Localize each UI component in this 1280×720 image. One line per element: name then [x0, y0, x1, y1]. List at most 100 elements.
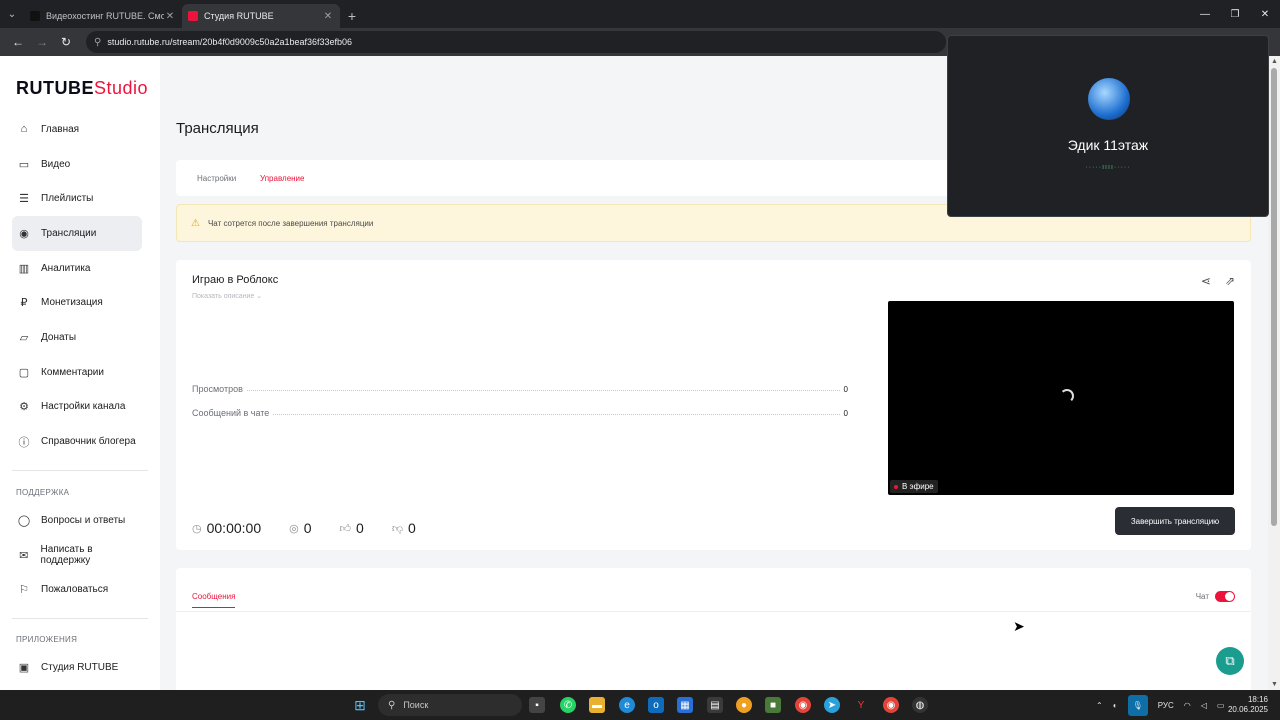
rutube-studio-logo[interactable]: RUTUBEStudio — [16, 78, 148, 99]
dislikes-value: 0 — [407, 520, 416, 536]
browser-tab-bar: ⌄ Видеохостинг RUTUBE. Смотр ✕ Студия RU… — [0, 0, 1280, 28]
app-icon[interactable]: ▤ — [707, 697, 723, 713]
sidebar-item-analytics[interactable]: ▥ Аналитика — [12, 251, 142, 286]
sidebar-item-home[interactable]: ⌂ Главная — [12, 112, 142, 147]
viewers-value: 0 — [303, 520, 312, 536]
chrome-active-icon[interactable]: ◉ — [883, 697, 899, 713]
sidebar-item-label: Аналитика — [41, 262, 91, 274]
tab-settings[interactable]: Настройки — [197, 174, 236, 183]
tab-title: Студия RUTUBE — [204, 11, 274, 21]
close-window-icon[interactable]: ✕ — [1250, 0, 1280, 28]
studio-favicon-icon — [188, 11, 198, 21]
sidebar-item-flag[interactable]: ⚐ Пожаловаться — [12, 572, 142, 607]
close-tab-icon[interactable]: ✕ — [164, 11, 176, 22]
mouse-cursor-icon: ➤ — [1013, 618, 1025, 634]
logo-brand: RUTUBE — [16, 78, 94, 98]
warning-text: Чат сотрется после завершения трансляции — [207, 218, 374, 228]
taskbar: ⊞ ⚲ Поиск ▪ ✆ ▬ e o ▦ ▤ ● ■ ◉ ➤ Y ◉ ◍ ⌃ … — [0, 690, 1280, 720]
sidebar-item-broadcast[interactable]: ◉ Трансляции — [12, 216, 142, 251]
call-overlay[interactable]: Эдик 11этаж ·····ıııı····· — [947, 35, 1269, 217]
outlook-icon[interactable]: o — [648, 697, 664, 713]
support-chat-icon[interactable]: ⧉ — [1216, 647, 1244, 675]
gear-icon: ⚙ — [19, 401, 29, 414]
sidebar-item-ruble[interactable]: ₽ Монетизация — [12, 285, 142, 320]
donate-icon: ▱ — [19, 331, 29, 344]
chat-toggle-switch[interactable] — [1215, 591, 1235, 602]
scroll-down-icon[interactable]: ▼ — [1271, 681, 1278, 688]
windows-start-icon[interactable]: ⊞ — [352, 697, 368, 713]
sidebar-menu: ⌂ Главная ▭ Видео ☰ Плейлисты ◉ Трансляции ▥ Анал… — [12, 112, 142, 459]
edge-icon[interactable]: e — [619, 697, 635, 713]
page-scrollbar[interactable]: ▲ ▼ — [1268, 56, 1280, 690]
sidebar-item-donate[interactable]: ▱ Донаты — [12, 320, 142, 355]
logo-product: Studio — [94, 78, 149, 98]
duration-value: 00:00:00 — [206, 520, 262, 536]
stat-label: Сообщений в чате — [192, 408, 270, 418]
share-icon[interactable]: ⋖ — [1201, 274, 1211, 288]
browser-tab-rutube[interactable]: Видеохостинг RUTUBE. Смотр ✕ — [24, 4, 182, 28]
tab-management[interactable]: Управление — [260, 174, 304, 183]
scroll-thumb[interactable] — [1271, 68, 1277, 526]
photos-icon[interactable]: ▦ — [677, 697, 693, 713]
window-controls: — ❐ ✕ — [1190, 0, 1280, 28]
apps-section-title: ПРИЛОЖЕНИЯ — [16, 635, 78, 644]
tab-messages[interactable]: Сообщения — [192, 592, 236, 608]
wifi-icon[interactable]: ◠ — [1184, 701, 1191, 710]
search-icon: ⚲ — [388, 699, 396, 711]
tab-search-icon[interactable]: ⌄ — [0, 0, 24, 28]
back-icon[interactable]: ← — [6, 30, 30, 54]
app-icon[interactable]: ◍ — [912, 697, 928, 713]
browser-tab-studio[interactable]: Студия RUTUBE ✕ — [182, 4, 340, 28]
flag-icon: ⚐ — [19, 584, 29, 597]
tray-app-icon[interactable]: ◐ — [1113, 701, 1118, 710]
search-placeholder: Поиск — [403, 700, 429, 710]
forward-icon[interactable]: → — [30, 30, 54, 54]
support-menu: ◯ Вопросы и ответы ✉ Написать в поддержку ⚐ П… — [12, 503, 142, 607]
live-label: В эфире — [902, 482, 934, 491]
video-player[interactable]: В эфире — [888, 301, 1234, 495]
telegram-icon[interactable]: ➤ — [824, 697, 840, 713]
show-description-link[interactable]: Показать описание ⌄ — [192, 292, 262, 300]
end-stream-button[interactable]: Завершить трансляцию — [1115, 507, 1235, 535]
yandex-browser-icon[interactable]: Y — [853, 697, 869, 713]
app-icon[interactable]: ● — [736, 697, 752, 713]
minecraft-icon[interactable]: ■ — [765, 697, 781, 713]
stat-row-views: Просмотров 0 — [192, 384, 848, 394]
reload-icon[interactable]: ↻ — [54, 30, 78, 54]
task-view-icon[interactable]: ▪ — [529, 697, 545, 713]
taskbar-search[interactable]: ⚲ Поиск — [378, 694, 522, 716]
tray-chevron-icon[interactable]: ⌃ — [1096, 701, 1103, 710]
sidebar-item-info[interactable]: ⓘ Справочник блогера — [12, 424, 142, 459]
battery-icon[interactable]: ▭ — [1217, 701, 1225, 710]
volume-icon[interactable]: ◁ — [1201, 701, 1207, 710]
sidebar-item-faq[interactable]: ◯ Вопросы и ответы — [12, 503, 142, 538]
messages-divider — [176, 611, 1251, 612]
chrome-icon[interactable]: ◉ — [795, 697, 811, 713]
site-info-icon[interactable]: ⚲ — [94, 37, 101, 48]
url-bar[interactable]: ⚲ studio.rutube.ru/stream/20b4f0d9009c50… — [86, 31, 946, 53]
dislikes-metric: 👎︎ 0 — [392, 520, 416, 536]
video-icon: ▭ — [18, 158, 30, 171]
language-indicator[interactable]: РУС — [1158, 701, 1174, 710]
microphone-icon[interactable]: 🎙︎ — [1127, 694, 1148, 716]
duration-metric: ◷ 00:00:00 — [192, 520, 261, 536]
sidebar-item-gear[interactable]: ⚙ Настройки канала — [12, 390, 142, 425]
mail-icon: ✉ — [19, 549, 29, 562]
sidebar-item-comments[interactable]: ▢ Комментарии — [12, 355, 142, 390]
sidebar-item-video[interactable]: ▭ Видео — [12, 147, 142, 182]
close-tab-icon[interactable]: ✕ — [322, 11, 334, 22]
sidebar-item-label: Донаты — [41, 331, 77, 343]
clock-date: 20.06.2025 — [1227, 705, 1268, 714]
taskbar-clock[interactable]: 18:16 20.06.2025 — [1228, 695, 1268, 715]
whatsapp-icon[interactable]: ✆ — [560, 697, 576, 713]
sidebar-item-studio[interactable]: ▣ Студия RUTUBE — [12, 650, 142, 685]
stat-label: Просмотров — [192, 384, 243, 394]
external-link-icon[interactable]: ⇗ — [1225, 274, 1235, 288]
sidebar-item-mail[interactable]: ✉ Написать в поддержку — [12, 538, 142, 573]
scroll-up-icon[interactable]: ▲ — [1271, 58, 1278, 65]
new-tab-button[interactable]: + — [340, 4, 364, 28]
maximize-icon[interactable]: ❐ — [1220, 0, 1250, 28]
sidebar-item-playlist[interactable]: ☰ Плейлисты — [12, 181, 142, 216]
file-explorer-icon[interactable]: ▬ — [589, 697, 605, 713]
minimize-icon[interactable]: — — [1190, 0, 1220, 28]
